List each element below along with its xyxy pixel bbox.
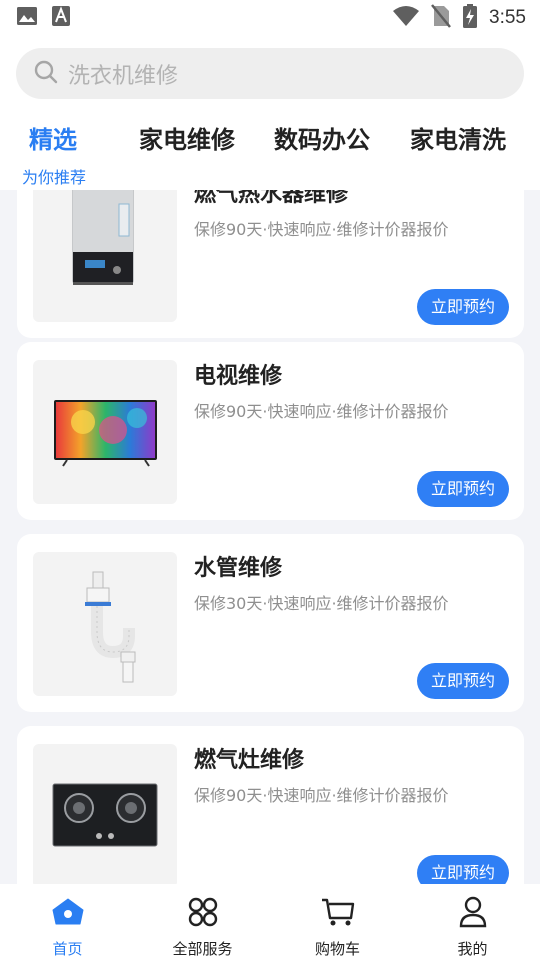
search-input[interactable]: 洗衣机维修 xyxy=(16,48,524,99)
television-icon xyxy=(33,360,177,504)
nav-profile[interactable]: 我的 xyxy=(405,884,540,960)
water-heater-icon xyxy=(33,190,177,322)
profile-icon xyxy=(455,894,491,934)
search-placeholder: 洗衣机维修 xyxy=(68,63,179,89)
service-description: 保修30天·快速响应·维修计价器报价 xyxy=(194,594,449,613)
image-icon xyxy=(16,6,38,30)
service-card[interactable]: 电视维修 保修90天·快速响应·维修计价器报价 立即预约 xyxy=(17,342,524,520)
home-icon xyxy=(50,894,86,934)
gas-stove-icon xyxy=(33,744,177,884)
status-bar: 3:55 xyxy=(0,0,540,36)
tab-featured[interactable]: 精选 xyxy=(29,120,77,155)
service-card[interactable]: 燃气灶维修 保修90天·快速响应·维修计价器报价 立即预约 xyxy=(17,726,524,884)
bottom-navigation: 首页 全部服务 购物车 我的 xyxy=(0,884,540,960)
status-time: 3:55 xyxy=(489,7,526,28)
search-icon xyxy=(34,60,58,88)
service-description: 保修90天·快速响应·维修计价器报价 xyxy=(194,786,449,805)
book-now-button[interactable]: 立即预约 xyxy=(417,855,509,884)
service-card[interactable]: 燃气热水器维修 保修90天·快速响应·维修计价器报价 立即预约 xyxy=(17,190,524,338)
nav-cart[interactable]: 购物车 xyxy=(270,884,405,960)
drain-pipe-icon xyxy=(33,552,177,696)
service-description: 保修90天·快速响应·维修计价器报价 xyxy=(194,402,449,421)
service-title: 燃气灶维修 xyxy=(194,748,305,773)
service-card[interactable]: 水管维修 保修30天·快速响应·维修计价器报价 立即预约 xyxy=(17,534,524,712)
book-now-button[interactable]: 立即预约 xyxy=(417,471,509,507)
grid-services-icon xyxy=(185,894,221,934)
service-title: 水管维修 xyxy=(194,556,283,581)
cart-icon xyxy=(320,894,356,934)
category-tabs: 精选 为你推荐 家电维修 数码办公 家电清洗 xyxy=(0,110,540,190)
nav-all-services-label: 全部服务 xyxy=(172,940,233,958)
font-a-icon xyxy=(52,6,70,30)
service-description: 保修90天·快速响应·维修计价器报价 xyxy=(194,220,449,239)
no-sim-icon xyxy=(431,4,451,32)
tab-featured-subtitle: 为你推荐 xyxy=(22,168,87,187)
nav-home[interactable]: 首页 xyxy=(0,884,135,960)
wifi-icon xyxy=(393,5,420,31)
service-list[interactable]: 燃气热水器维修 保修90天·快速响应·维修计价器报价 立即预约 电视维修 保修9… xyxy=(0,190,540,884)
nav-all-services[interactable]: 全部服务 xyxy=(135,884,270,960)
tab-appliance-repair[interactable]: 家电维修 xyxy=(139,120,235,155)
nav-profile-label: 我的 xyxy=(457,940,488,958)
book-now-button[interactable]: 立即预约 xyxy=(417,289,509,325)
nav-home-label: 首页 xyxy=(52,940,83,958)
service-title: 电视维修 xyxy=(194,364,283,389)
search-bar: 洗衣机维修 xyxy=(0,36,540,110)
tab-appliance-cleaning[interactable]: 家电清洗 xyxy=(410,120,506,155)
service-title: 燃气热水器维修 xyxy=(194,190,349,207)
nav-cart-label: 购物车 xyxy=(314,940,360,958)
battery-charging-icon xyxy=(463,4,478,32)
book-now-button[interactable]: 立即预约 xyxy=(417,663,509,699)
tab-digital-office[interactable]: 数码办公 xyxy=(274,120,370,155)
